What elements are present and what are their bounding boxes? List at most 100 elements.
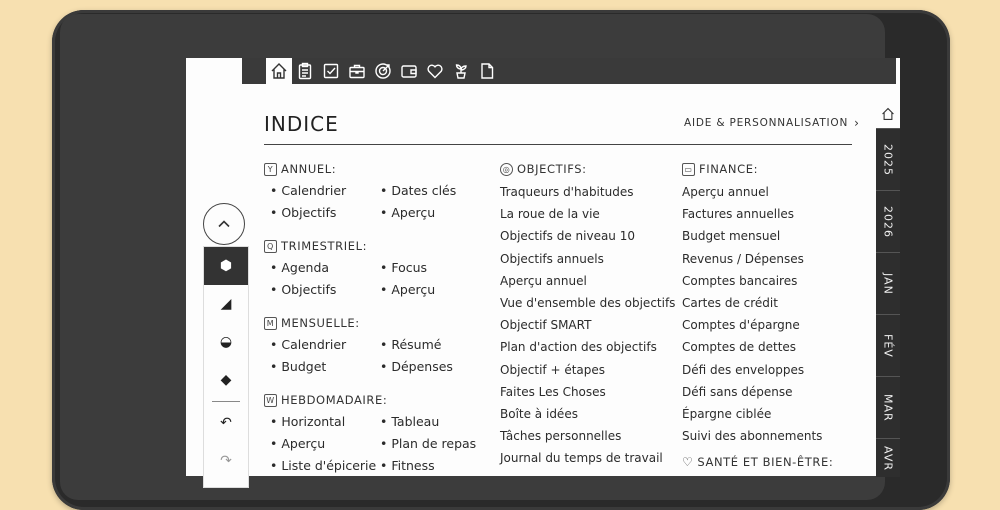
heart-icon	[427, 64, 443, 79]
link-defi-sans-depense[interactable]: Défi sans dépense	[682, 381, 862, 403]
periodic-column: Y ANNUEL: • Calendrier • Dates clés • Ob…	[264, 160, 494, 476]
link-traqueurs-habitudes[interactable]: Traqueurs d'habitudes	[500, 181, 680, 203]
right-tab-jan[interactable]: JAN	[876, 252, 900, 315]
link-apercu[interactable]: • Aperçu	[380, 280, 490, 300]
home-icon	[882, 107, 894, 120]
section-title: SANTÉ ET BIEN-ÊTRE:	[697, 455, 834, 470]
section-hebdomadaire[interactable]: W HEBDOMADAIRE:	[264, 391, 494, 409]
tab-wallet[interactable]	[396, 58, 422, 84]
calendar-w-icon: W	[264, 393, 277, 407]
page-title: INDICE	[264, 112, 339, 136]
calendar-y-icon: Y	[264, 162, 277, 176]
section-title: TRIMESTRIEL:	[281, 239, 368, 253]
tab-briefcase[interactable]	[344, 58, 370, 84]
section-sante[interactable]: ♡ SANTÉ ET BIEN-ÊTRE:	[682, 453, 862, 471]
wallet-icon: ▭	[682, 162, 695, 176]
link-vue-ensemble-objectifs[interactable]: Vue d'ensemble des objectifs	[500, 292, 680, 314]
help-link-label: AIDE & PERSONNALISATION	[684, 117, 849, 129]
tab-label: MAR	[881, 394, 895, 422]
section-annuel[interactable]: Y ANNUEL:	[264, 160, 494, 178]
link-comptes-dettes[interactable]: Comptes de dettes	[682, 336, 862, 358]
link-calendrier[interactable]: • Calendrier	[270, 181, 380, 201]
briefcase-icon	[349, 64, 365, 79]
right-tab-home[interactable]	[876, 100, 900, 128]
link-cartes-credit[interactable]: Cartes de crédit	[682, 292, 862, 314]
link-agenda[interactable]: • Agenda	[270, 258, 380, 278]
link-boite-a-idees[interactable]: Boîte à idées	[500, 403, 680, 425]
tab-clipboard[interactable]	[292, 58, 318, 84]
section-objectifs[interactable]: ◎ OBJECTIFS:	[500, 160, 680, 178]
link-revenus-depenses[interactable]: Revenus / Dépenses	[682, 248, 862, 270]
highlighter-tool-button[interactable]: ◢	[204, 285, 248, 323]
tab-plant[interactable]	[448, 58, 474, 84]
link-objectifs[interactable]: • Objectifs	[270, 203, 380, 223]
right-tab-2026[interactable]: 2026	[876, 190, 900, 253]
tab-label: FÉV	[881, 334, 895, 358]
link-budget[interactable]: • Budget	[270, 357, 380, 377]
link-objectif-etapes[interactable]: Objectif + étapes	[500, 359, 680, 381]
eraser-tool-button[interactable]: ◒	[204, 323, 248, 361]
highlighter-icon: ◢	[220, 296, 232, 312]
link-plan-de-repas[interactable]: • Plan de repas	[380, 434, 490, 454]
help-customization-link[interactable]: AIDE & PERSONNALISATION ›	[684, 116, 860, 130]
tab-label: 2025	[881, 144, 895, 176]
link-horizontal[interactable]: • Horizontal	[270, 412, 380, 432]
toolbar-divider	[212, 401, 240, 402]
section-title: FINANCE:	[699, 162, 759, 176]
section-finance[interactable]: ▭ FINANCE:	[682, 160, 862, 178]
tab-home[interactable]	[266, 58, 292, 84]
link-journal-temps-travail[interactable]: Journal du temps de travail	[500, 447, 680, 469]
scroll-up-button[interactable]	[203, 203, 245, 245]
right-tab-fev[interactable]: FÉV	[876, 314, 900, 377]
redo-button[interactable]: ↷	[204, 442, 248, 480]
link-plan-action-objectifs[interactable]: Plan d'action des objectifs	[500, 336, 680, 358]
right-tab-avr[interactable]: AVR	[876, 438, 900, 477]
link-resume[interactable]: • Résumé	[380, 335, 490, 355]
link-apercu-annuel[interactable]: Aperçu annuel	[682, 181, 862, 203]
section-title: HEBDOMADAIRE:	[281, 393, 388, 407]
marker-tool-button[interactable]: ⬢	[204, 247, 248, 285]
section-mensuelle[interactable]: M MENSUELLE:	[264, 314, 494, 332]
pen-tool-button[interactable]: ◆	[204, 361, 248, 399]
objectifs-column: ◎ OBJECTIFS: Traqueurs d'habitudes La ro…	[500, 160, 680, 469]
link-apercu-annuel[interactable]: Aperçu annuel	[500, 270, 680, 292]
undo-button[interactable]: ↶	[204, 404, 248, 442]
link-apercu[interactable]: • Aperçu	[380, 203, 490, 223]
link-faites-les-choses[interactable]: Faites Les Choses	[500, 381, 680, 403]
link-objectifs-annuels[interactable]: Objectifs annuels	[500, 248, 680, 270]
link-liste-epicerie[interactable]: • Liste d'épicerie	[270, 456, 380, 476]
link-apercu[interactable]: • Aperçu	[270, 434, 380, 454]
link-defi-enveloppes[interactable]: Défi des enveloppes	[682, 359, 862, 381]
link-calendrier[interactable]: • Calendrier	[270, 335, 380, 355]
target-icon	[375, 63, 391, 79]
link-objectif-smart[interactable]: Objectif SMART	[500, 314, 680, 336]
tab-target[interactable]	[370, 58, 396, 84]
tab-document[interactable]	[474, 58, 500, 84]
link-dates-cles[interactable]: • Dates clés	[380, 181, 490, 201]
link-objectifs[interactable]: • Objectifs	[270, 280, 380, 300]
right-tab-mar[interactable]: MAR	[876, 376, 900, 439]
link-objectifs-niveau-10[interactable]: Objectifs de niveau 10	[500, 225, 680, 247]
marker-icon: ⬢	[219, 258, 233, 274]
link-roue-de-la-vie[interactable]: La roue de la vie	[500, 203, 680, 225]
tab-heart[interactable]	[422, 58, 448, 84]
link-focus[interactable]: • Focus	[380, 258, 490, 278]
link-budget-mensuel[interactable]: Budget mensuel	[682, 225, 862, 247]
link-epargne-ciblee[interactable]: Épargne ciblée	[682, 403, 862, 425]
link-factures-annuelles[interactable]: Factures annuelles	[682, 203, 862, 225]
mensuelle-links: • Calendrier • Résumé • Budget • Dépense…	[270, 335, 494, 377]
clipboard-icon	[298, 62, 312, 80]
link-depenses[interactable]: • Dépenses	[380, 357, 490, 377]
link-comptes-epargne[interactable]: Comptes d'épargne	[682, 314, 862, 336]
tab-checkbox[interactable]	[318, 58, 344, 84]
section-trimestriel[interactable]: Q TRIMESTRIEL:	[264, 237, 494, 255]
hebdomadaire-links: • Horizontal • Tableau • Aperçu • Plan d…	[270, 412, 494, 476]
right-tab-2025[interactable]: 2025	[876, 128, 900, 191]
document-icon	[481, 63, 494, 79]
link-taches-personnelles[interactable]: Tâches personnelles	[500, 425, 680, 447]
link-fitness[interactable]: • Fitness	[380, 456, 490, 476]
link-tableau[interactable]: • Tableau	[380, 412, 490, 432]
plant-icon	[455, 64, 467, 79]
link-comptes-bancaires[interactable]: Comptes bancaires	[682, 270, 862, 292]
link-suivi-abonnements[interactable]: Suivi des abonnements	[682, 425, 862, 447]
